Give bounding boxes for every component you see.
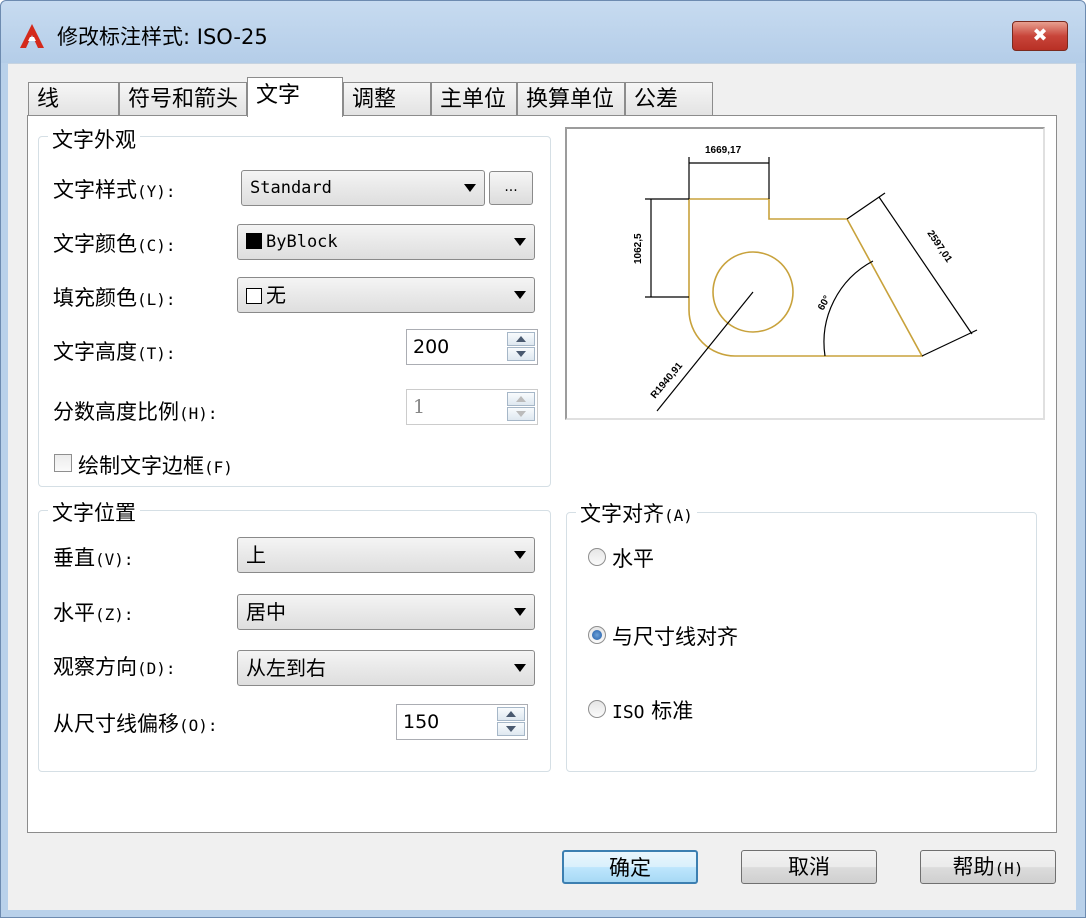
autocad-logo-icon (20, 24, 44, 48)
radio-aligned-with-dim-line[interactable] (588, 626, 606, 644)
preview-shape (688, 198, 924, 357)
group-title-text-appearance: 文字外观 (48, 124, 140, 154)
dim-text-slant: 2597,01 (925, 229, 955, 265)
preview-dimension-lines (645, 157, 978, 412)
fraction-height-scale-spinner[interactable]: 1 (406, 389, 538, 425)
cancel-button[interactable]: 取消 (741, 850, 877, 884)
label-text-height: 文字高度(T): (53, 340, 176, 364)
dim-text-angle: 60° (816, 294, 833, 313)
label-text-style: 文字样式(Y): (53, 178, 176, 202)
group-title-text-placement: 文字位置 (48, 497, 140, 527)
label-horizontal: 水平(Z): (53, 601, 134, 625)
draw-frame-checkbox[interactable] (54, 454, 72, 472)
preview-pane: 1669,17 1062,5 2597,01 60° R1940,91 (565, 127, 1045, 420)
radio-iso-standard[interactable] (588, 700, 606, 718)
label-offset-from-dim-line: 从尺寸线偏移(O): (53, 712, 218, 736)
dim-text-radius: R1940,91 (649, 360, 686, 401)
radio-horizontal[interactable] (588, 548, 606, 566)
tab-lines[interactable]: 线 (28, 82, 119, 115)
help-button[interactable]: 帮助(H) (920, 850, 1056, 884)
spin-down-icon[interactable] (497, 722, 525, 736)
text-style-browse-button[interactable]: ... (489, 171, 533, 205)
tab-alternate-units[interactable]: 换算单位 (517, 82, 625, 115)
spin-up-icon[interactable] (507, 332, 535, 346)
chevron-down-icon (514, 664, 526, 672)
dim-text-top: 1669,17 (705, 145, 742, 156)
chevron-down-icon (464, 184, 476, 192)
offset-spinner[interactable]: 150 (396, 704, 528, 740)
chevron-down-icon (514, 551, 526, 559)
view-direction-dropdown[interactable]: 从左到右 (237, 650, 535, 686)
tab-fit[interactable]: 调整 (343, 82, 431, 115)
empty-swatch-icon (246, 288, 262, 304)
spin-down-icon[interactable] (507, 407, 535, 421)
chevron-down-icon (514, 291, 526, 299)
close-button[interactable]: ✖ (1012, 21, 1068, 51)
vertical-dropdown[interactable]: 上 (237, 537, 535, 573)
color-swatch-icon (246, 233, 262, 249)
label-fill-color: 填充颜色(L): (53, 286, 176, 310)
tab-tolerances[interactable]: 公差 (625, 82, 713, 115)
tab-text[interactable]: 文字 (247, 77, 343, 117)
dimension-preview-drawing: 1669,17 1062,5 2597,01 60° R1940,91 (633, 145, 978, 412)
label-fraction-height-scale: 分数高度比例(H): (53, 400, 218, 424)
label-view-direction: 观察方向(D): (53, 655, 176, 679)
text-style-dropdown[interactable]: Standard (241, 170, 485, 206)
horizontal-dropdown[interactable]: 居中 (237, 594, 535, 630)
spin-down-icon[interactable] (507, 347, 535, 361)
spin-up-icon[interactable] (497, 707, 525, 721)
window-title: 修改标注样式: ISO-25 (57, 25, 268, 49)
close-icon: ✖ (1032, 25, 1048, 46)
fill-color-dropdown[interactable]: 无 (237, 277, 535, 313)
spin-up-icon[interactable] (507, 392, 535, 406)
label-align-horizontal: 水平 (612, 547, 654, 571)
tab-symbols-arrows[interactable]: 符号和箭头 (119, 82, 247, 115)
dim-text-left: 1062,5 (633, 233, 644, 264)
ok-button[interactable]: 确定 (562, 850, 698, 884)
text-height-spinner[interactable]: 200 (406, 329, 538, 365)
chevron-down-icon (514, 238, 526, 246)
label-text-color: 文字颜色(C): (53, 232, 176, 256)
chevron-down-icon (514, 608, 526, 616)
group-title-text-alignment: 文字对齐(A) (576, 498, 697, 528)
preview-dimension-text: 1669,17 1062,5 2597,01 60° R1940,91 (633, 145, 954, 401)
tab-primary-units[interactable]: 主单位 (431, 82, 517, 115)
label-align-with-dim-line: 与尺寸线对齐 (612, 625, 738, 649)
title-bar: 修改标注样式: ISO-25 ✖ (1, 1, 1085, 63)
label-draw-frame: 绘制文字边框(F) (78, 454, 233, 478)
label-iso-standard: ISO 标准 (612, 699, 694, 723)
text-color-dropdown[interactable]: ByBlock (237, 224, 535, 260)
label-vertical: 垂直(V): (53, 546, 134, 570)
